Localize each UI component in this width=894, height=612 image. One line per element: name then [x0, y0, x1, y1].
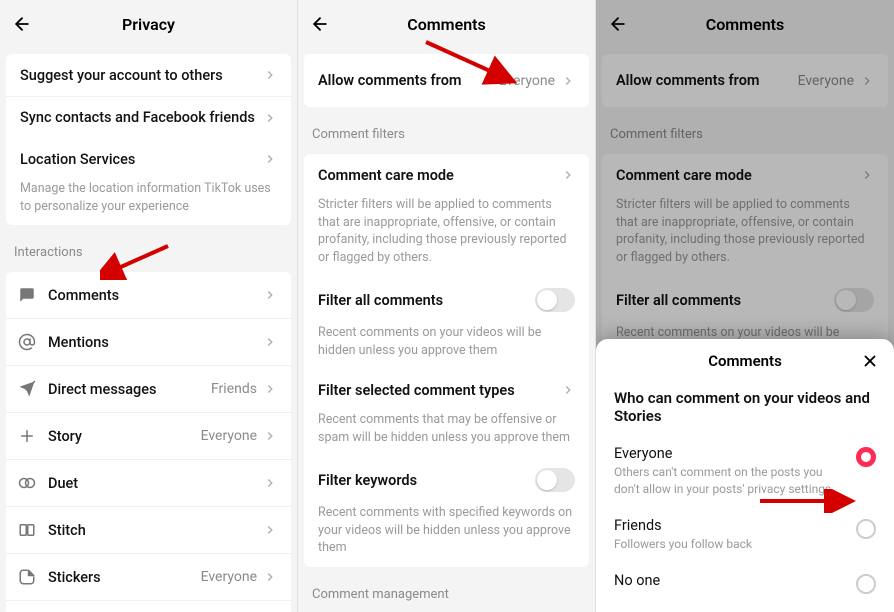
interaction-mentions[interactable]: Mentions — [6, 318, 291, 365]
section-interactions: Interactions — [0, 231, 297, 266]
close-button[interactable] — [858, 349, 882, 373]
header: Comments — [298, 0, 595, 48]
chevron-right-icon — [561, 168, 575, 182]
location-services-desc: Manage the location information TikTok u… — [6, 180, 291, 225]
comment-icon — [16, 284, 38, 306]
chevron-right-icon — [263, 429, 277, 443]
allow-comments-card: Allow comments from Everyone — [304, 54, 589, 107]
page-title: Privacy — [122, 15, 175, 34]
interaction-downloads[interactable]: Downloads On — [6, 600, 291, 612]
chevron-right-icon — [561, 383, 575, 397]
row-label: Direct messages — [48, 381, 211, 398]
top-settings: Suggest your account to others Sync cont… — [6, 54, 291, 225]
option-friends[interactable]: Friends Followers you follow back — [596, 507, 894, 562]
filter-all-row: Filter all comments Recent comments on y… — [304, 276, 589, 369]
sheet-header: Comments — [596, 339, 894, 383]
filter-keywords-toggle[interactable] — [535, 468, 575, 492]
back-button[interactable] — [10, 12, 34, 36]
option-desc: Followers you follow back — [614, 536, 844, 552]
suggest-account-row[interactable]: Suggest your account to others — [6, 54, 291, 96]
page-title: Comments — [407, 15, 485, 34]
bottom-sheet: Comments Who can comment on your videos … — [596, 339, 894, 612]
option-name: Everyone — [614, 445, 844, 462]
chevron-right-icon — [263, 570, 277, 584]
row-label: Comments — [48, 287, 263, 304]
interaction-comments[interactable]: Comments — [6, 272, 291, 318]
comment-filters-card: Comment care mode Stricter filters will … — [304, 154, 589, 567]
chevron-right-icon — [263, 111, 277, 125]
chevron-right-icon — [263, 288, 277, 302]
close-icon — [861, 352, 879, 370]
filter-all-toggle[interactable] — [535, 288, 575, 312]
row-label: Duet — [48, 475, 263, 492]
allow-comments-row[interactable]: Allow comments from Everyone — [304, 54, 589, 107]
section-management: Comment management — [298, 573, 595, 608]
option-name: Friends — [614, 517, 844, 534]
interaction-story[interactable]: Story Everyone — [6, 412, 291, 459]
chevron-right-icon — [263, 523, 277, 537]
section-filters: Comment filters — [298, 113, 595, 148]
back-button[interactable] — [308, 12, 332, 36]
chevron-right-icon — [263, 476, 277, 490]
row-label: Stickers — [48, 569, 201, 586]
option-name: No one — [614, 572, 844, 589]
sheet-options: Everyone Others can't comment on the pos… — [596, 435, 894, 604]
panel-privacy: Privacy Suggest your account to others S… — [0, 0, 298, 612]
care-mode-row[interactable]: Comment care mode Stricter filters will … — [304, 154, 589, 276]
row-label: Mentions — [48, 334, 263, 351]
interaction-stitch[interactable]: Stitch — [6, 506, 291, 553]
stitch-icon — [16, 519, 38, 541]
interactions-list: Comments Mentions Direct messages Friend… — [6, 272, 291, 612]
location-services-row[interactable]: Location Services Manage the location in… — [6, 138, 291, 225]
sheet-title: Comments — [708, 352, 782, 370]
header: Privacy — [0, 0, 297, 48]
option-desc: Others can't comment on the posts you do… — [614, 464, 844, 496]
arrow-left-icon — [12, 14, 32, 34]
row-value: Everyone — [201, 428, 257, 444]
sync-contacts-row[interactable]: Sync contacts and Facebook friends — [6, 96, 291, 138]
option-no-one[interactable]: No one — [596, 562, 894, 604]
chevron-right-icon — [263, 68, 277, 82]
row-value: Friends — [211, 381, 257, 397]
row-value: Everyone — [201, 569, 257, 585]
interaction-duet[interactable]: Duet — [6, 459, 291, 506]
arrow-left-icon — [310, 14, 330, 34]
filter-keywords-row: Filter keywords Recent comments with spe… — [304, 456, 589, 567]
allow-comments-value: Everyone — [499, 73, 555, 89]
send-icon — [16, 378, 38, 400]
chevron-right-icon — [263, 152, 277, 166]
chevron-right-icon — [561, 74, 575, 88]
sheet-question: Who can comment on your videos and Stori… — [596, 383, 894, 435]
panel-comments-sheet: Comments Allow comments from Everyone Co… — [596, 0, 894, 612]
interaction-stickers[interactable]: Stickers Everyone — [6, 553, 291, 600]
radio-button[interactable] — [856, 519, 876, 539]
duet-icon — [16, 472, 38, 494]
chevron-right-icon — [263, 382, 277, 396]
row-label: Stitch — [48, 522, 263, 539]
option-everyone[interactable]: Everyone Others can't comment on the pos… — [596, 435, 894, 506]
row-label: Story — [48, 428, 201, 445]
interaction-direct-messages[interactable]: Direct messages Friends — [6, 365, 291, 412]
filter-types-row[interactable]: Filter selected comment types Recent com… — [304, 369, 589, 456]
at-icon — [16, 331, 38, 353]
sticker-icon — [16, 566, 38, 588]
panel-comments: Comments Allow comments from Everyone Co… — [298, 0, 596, 612]
radio-button[interactable] — [856, 574, 876, 594]
plus-icon — [16, 425, 38, 447]
radio-button[interactable] — [856, 447, 876, 467]
chevron-right-icon — [263, 335, 277, 349]
